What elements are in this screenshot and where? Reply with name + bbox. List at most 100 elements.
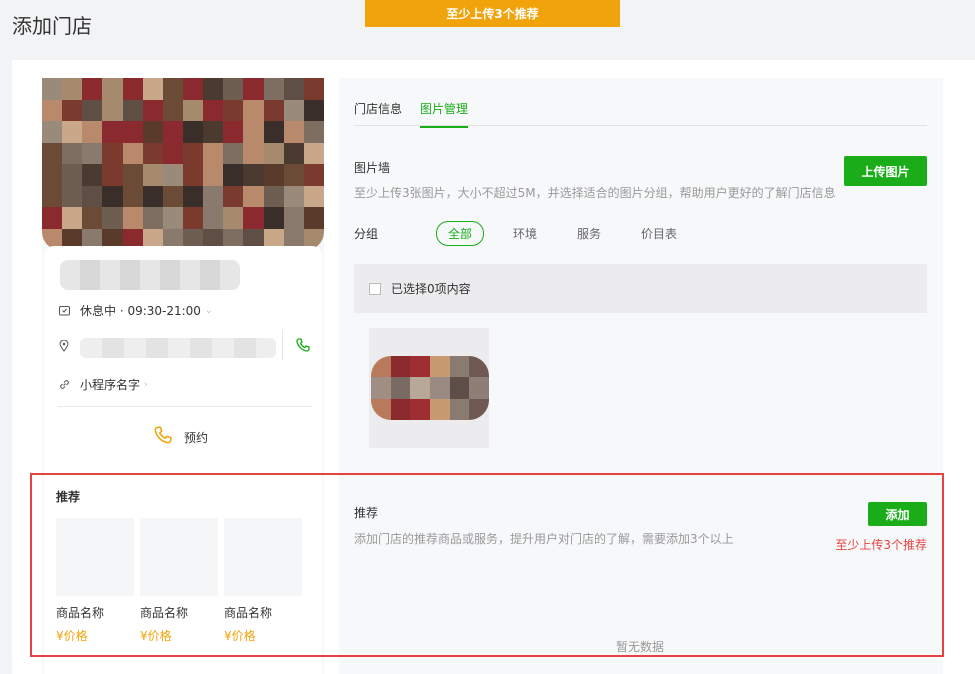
page-title: 添加门店 xyxy=(12,14,92,38)
add-recommend-button[interactable]: 添加 xyxy=(868,502,927,526)
photo-pixel xyxy=(263,207,284,229)
photo-pixel xyxy=(263,185,284,207)
tab-photo-management[interactable]: 图片管理 xyxy=(420,100,469,128)
photo-pixel xyxy=(122,207,143,229)
goods-name: 商品名称 xyxy=(140,606,189,620)
photo-pixel xyxy=(263,78,284,100)
photo-pixel xyxy=(102,142,123,164)
photo-pixel xyxy=(203,185,224,207)
mini-program-name: 小程序名字 xyxy=(80,378,141,392)
photo-pixel xyxy=(82,78,103,100)
photo-pixel xyxy=(142,78,163,100)
photo-pixel xyxy=(203,78,224,100)
select-all-checkbox[interactable] xyxy=(369,282,381,295)
photo-pixel xyxy=(390,356,411,378)
photo-pixel xyxy=(303,78,324,100)
mini-program-row[interactable]: 小程序名字 › xyxy=(58,376,148,393)
book-button[interactable]: 预约 xyxy=(154,426,208,449)
photo-pixel xyxy=(162,78,183,100)
photo-pixel xyxy=(223,99,244,121)
photo-pixel xyxy=(203,142,224,164)
photo-pixel xyxy=(371,356,391,378)
photo-pixel xyxy=(283,207,304,229)
photo-pixel xyxy=(142,121,163,143)
photo-pixel xyxy=(62,185,83,207)
photo-pixel xyxy=(102,78,123,100)
photo-pixel xyxy=(122,164,143,186)
selection-bar: 已选择0项内容 xyxy=(354,264,927,313)
photo-image xyxy=(371,356,489,420)
upload-photo-button[interactable]: 上传图片 xyxy=(844,156,927,186)
goods-price: ¥价格 xyxy=(140,629,172,643)
group-service[interactable]: 服务 xyxy=(566,222,612,245)
photo-pixel xyxy=(429,377,450,399)
photo-pixel xyxy=(182,142,204,164)
hours-row[interactable]: 休息中 · 09:30-21:00 ⌄ xyxy=(58,302,213,319)
photo-pixel xyxy=(283,99,304,121)
photo-pixel xyxy=(62,164,83,186)
settings-panel: 门店信息 图片管理 图片墙 至少上传3张图片，大小不超过5M，并选择适合的图片分… xyxy=(339,78,943,674)
photo-pixel xyxy=(410,356,430,378)
recommend-title: 推荐 xyxy=(354,506,379,520)
photo-pixel xyxy=(82,99,103,121)
photo-wall-description: 至少上传3张图片，大小不超过5M，并选择适合的图片分组，帮助用户更好的了解门店信… xyxy=(354,186,836,200)
photo-pixel xyxy=(243,185,264,207)
photo-pixel xyxy=(203,99,224,121)
phone-icon[interactable] xyxy=(296,338,310,356)
group-all[interactable]: 全部 xyxy=(436,221,485,246)
photo-pixel xyxy=(102,207,123,229)
photo-pixel xyxy=(182,121,204,143)
store-cover-photo xyxy=(42,78,324,250)
goods-thumbnail xyxy=(56,518,134,596)
photo-pixel xyxy=(162,142,183,164)
goods-price: ¥价格 xyxy=(56,629,88,643)
empty-state-text: 暂无数据 xyxy=(616,640,665,654)
photo-pixel xyxy=(62,207,83,229)
book-label: 预约 xyxy=(184,431,209,445)
goods-name: 商品名称 xyxy=(56,606,105,620)
photo-pixel xyxy=(390,398,411,420)
goods-item[interactable]: 商品名称 ¥价格 xyxy=(224,518,302,644)
photo-pixel xyxy=(62,78,83,100)
photo-pixel xyxy=(162,99,183,121)
photo-pixel xyxy=(449,398,470,420)
photo-pixel xyxy=(303,99,324,121)
photo-pixel xyxy=(283,121,304,143)
goods-item[interactable]: 商品名称 ¥价格 xyxy=(56,518,134,644)
photo-pixel xyxy=(449,377,470,399)
photo-pixel xyxy=(223,185,244,207)
photo-pixel xyxy=(62,121,83,143)
group-environment[interactable]: 环境 xyxy=(502,222,548,245)
photo-pixel xyxy=(42,78,63,100)
phone-icon xyxy=(154,426,172,449)
photo-pixel xyxy=(283,78,304,100)
photo-pixel xyxy=(182,99,204,121)
photo-pixel xyxy=(303,164,324,186)
photo-pixel xyxy=(82,207,103,229)
address-blurred xyxy=(80,338,276,358)
link-icon xyxy=(58,379,70,391)
photo-pixel xyxy=(371,398,391,420)
tab-underline-divider xyxy=(354,125,927,126)
photo-pixel xyxy=(223,78,244,100)
group-filter: 全部 环境 服务 价目表 xyxy=(436,221,688,246)
group-price-list[interactable]: 价目表 xyxy=(630,222,688,245)
photo-pixel xyxy=(449,356,470,378)
tab-store-info[interactable]: 门店信息 xyxy=(354,100,402,128)
goods-item[interactable]: 商品名称 ¥价格 xyxy=(140,518,218,644)
photo-pixel xyxy=(429,398,450,420)
photo-thumbnail[interactable] xyxy=(369,328,489,448)
photo-pixel xyxy=(142,164,163,186)
photo-pixel xyxy=(42,164,63,186)
address-row[interactable] xyxy=(58,340,80,352)
photo-pixel xyxy=(223,164,244,186)
goods-name: 商品名称 xyxy=(224,606,273,620)
photo-pixel xyxy=(122,185,143,207)
photo-pixel xyxy=(42,142,63,164)
photo-pixel xyxy=(303,142,324,164)
photo-pixel xyxy=(102,185,123,207)
store-name-blurred xyxy=(60,260,240,290)
photo-pixel xyxy=(410,398,430,420)
photo-pixel xyxy=(303,121,324,143)
photo-pixel xyxy=(243,99,264,121)
